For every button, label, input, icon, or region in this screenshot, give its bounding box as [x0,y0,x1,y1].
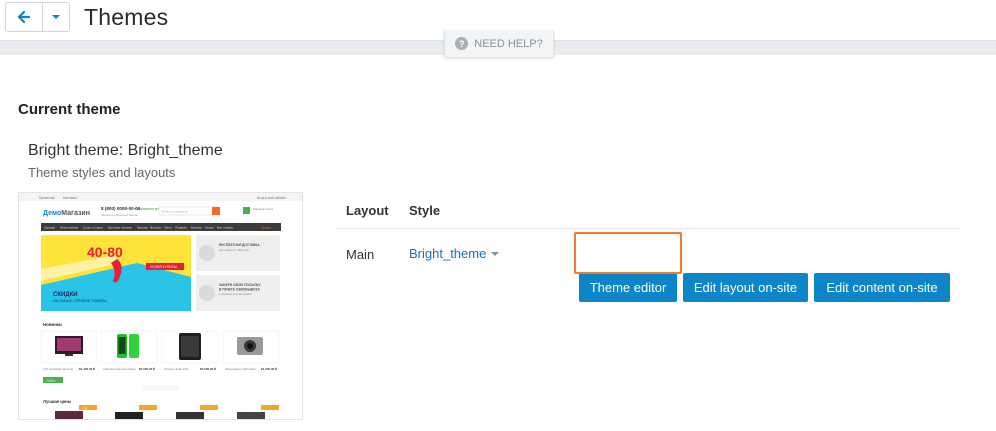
preview-strip-3: Вход в мой кабинет [257,196,287,200]
preview-side1-text: при заказе от 3000 руб. [219,248,250,252]
page-title: Themes [84,4,169,30]
preview-logo-part1: Демо [43,210,61,217]
preview-product-2-price: $1,000.00 ₽ [200,367,216,371]
preview-menu-3: Бытовая техника [108,226,132,230]
theme-preview: Приветики Контакты Вход в мой кабинет Де… [18,192,303,420]
preview-side1-title: БЕСПЛАТНАЯ ДОСТАВКА [219,243,260,247]
preview-banner-number: 40-80 [87,244,123,260]
need-help-label: NEED HELP? [474,37,543,50]
preview-product-3-name: Экшн-камера GoPro Hero [225,367,256,371]
preview-menu-6: Книги [164,226,172,230]
nav-dropdown-button[interactable] [43,3,69,31]
preview-menu-10: Все товары [217,226,233,230]
section-title: Current theme [18,101,121,118]
preview-menu-7: Подарки [175,226,187,230]
preview-callback: Перезвоните мне [135,207,161,211]
preview-novelties-title: Новинки [43,322,62,327]
preview-side2-title2: В ПУНКТЕ САМОВЫВОЗА [219,288,261,292]
preview-phone-note: Заказать обратный звонок [101,213,139,217]
preview-menu-11: Скидки [261,226,271,230]
preview-logo-part2: Магазин [61,210,90,217]
preview-product-1-price: $1,000.00 ₽ [139,367,155,371]
theme-name: Bright theme: Bright_theme [28,142,223,159]
preview-side2-title: ЗАБЕРИ СВОЮ ПОСЫЛКУ [219,283,262,287]
table-header: Layout Style [337,195,959,229]
preview-banner-button: УСПЕЙ КУПИТЬ! [150,265,177,269]
arrow-left-icon [17,10,31,24]
preview-product-2-name: Планшет Apple iPad [164,367,189,371]
preview-bestsellers-title: Лучшие цены [43,399,72,404]
theme-subtitle: Theme styles and layouts [28,165,176,180]
edit-layout-button[interactable]: Edit layout on-site [683,273,808,302]
style-selector[interactable]: Bright_theme [409,246,500,261]
preview-product-0-name: LCD телевизор Samsung [43,367,73,371]
preview-strip-2: Контакты [63,196,77,200]
preview-menu-0: Одежда [44,226,55,230]
preview-menu-4: Музыка [137,226,148,230]
preview-menu-1: Электроника [60,226,78,230]
preview-product-0-price: $1,400.00 ₽ [79,367,95,371]
layout-cell: Main [346,247,375,262]
preview-search: Поиск по магазину [162,210,188,214]
theme-preview-image: Приветики Контакты Вход в мой кабинет Де… [19,193,302,419]
preview-banner-text1: СКИДКИ [53,292,78,298]
layout-column-header: Layout [346,203,389,218]
preview-menu-5: Фильмы [150,226,162,230]
preview-cart: Корзина пуста [253,207,273,211]
theme-editor-button[interactable]: Theme editor [579,273,677,302]
preview-badge: Хит! [83,406,89,410]
preview-menu-8: Бренды [191,226,202,230]
preview-product-3-price: $1,000.00 ₽ [261,367,277,371]
preview-strip-1: Приветики [39,196,55,200]
preview-product-1-name: Смартфон Samsung Galaxy [103,367,137,371]
style-column-header: Style [409,203,441,218]
preview-banner-text2: НА САМЫЕ ГОРЯЧИЕ ТОВАРЫ [53,299,106,303]
back-button[interactable] [6,3,43,31]
style-selector-label: Bright_theme [409,246,487,261]
preview-buy-label: Купить [47,378,56,382]
need-help-button[interactable]: ? NEED HELP? [444,30,554,58]
question-icon: ? [455,37,469,50]
preview-menu-2: Спорт и отдых [83,226,104,230]
svg-text:ДемоМагазин: ДемоМагазин [43,210,90,217]
caret-down-icon [52,15,60,19]
nav-button-group [5,2,70,32]
theme-editor-highlight [574,232,682,274]
edit-content-button[interactable]: Edit content on-site [814,273,950,302]
caret-down-icon [491,251,500,256]
preview-menu-9: Акции [205,226,214,230]
preview-side2-text: в удобное для вас время [219,292,252,296]
